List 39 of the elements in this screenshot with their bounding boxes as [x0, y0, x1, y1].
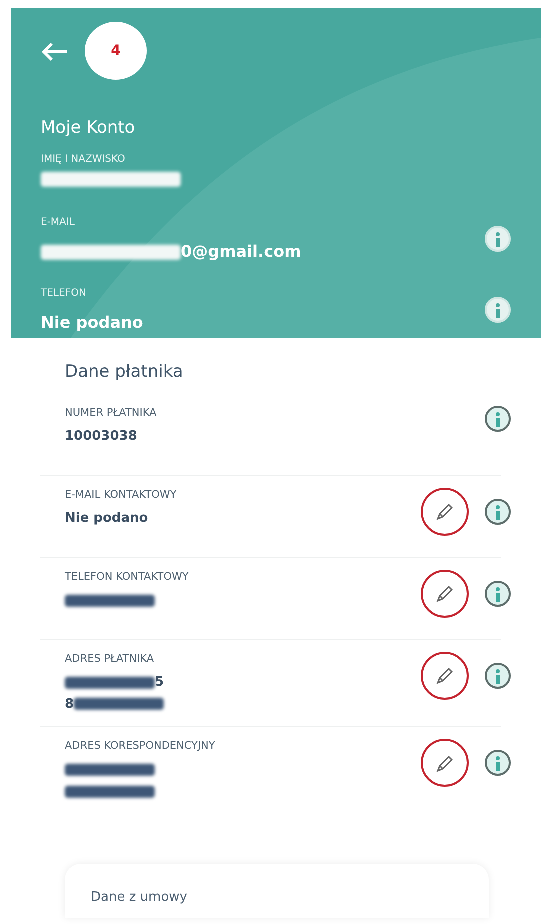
info-icon [493, 756, 503, 772]
field-label: TELEFON [41, 286, 88, 300]
info-icon [493, 303, 503, 320]
info-icon [493, 668, 503, 685]
value-text: 10003038 [65, 429, 138, 444]
field-label: E-MAIL [41, 216, 76, 230]
field-label: E-MAIL KONTAKTOWY [65, 488, 177, 502]
field-label: ADRES PŁATNIKA [65, 652, 156, 666]
info-button[interactable] [485, 498, 511, 524]
back-arrow-icon [41, 40, 69, 63]
pencil-icon [434, 501, 456, 524]
info-button[interactable] [485, 406, 511, 432]
value-text: 8 [65, 696, 74, 712]
field-label: ADRES KORESPONDENCYJNY [65, 739, 216, 754]
pencil-icon [434, 665, 456, 688]
contract-card[interactable]: Dane z umowy [65, 864, 489, 918]
info-icon [493, 586, 503, 603]
edit-button[interactable] [421, 570, 469, 618]
notification-count[interactable]: 4 [85, 22, 147, 80]
edit-button[interactable] [421, 652, 469, 700]
card-title: Dane z umowy [91, 889, 188, 907]
value-text: 5 [155, 675, 164, 690]
edit-button[interactable] [421, 488, 469, 536]
value-text: 0@gmail.com [181, 242, 302, 260]
info-icon [493, 412, 503, 428]
field-label: IMIĘ I NAZWISKO [41, 152, 126, 166]
edit-button[interactable] [421, 739, 469, 788]
pencil-icon [434, 583, 456, 606]
field-label: TELEFON KONTAKTOWY [65, 570, 189, 584]
value-text: Nie podano [41, 312, 144, 332]
info-icon [493, 232, 503, 248]
info-button[interactable] [485, 662, 511, 688]
field-label: NUMER PŁATNIKA [65, 406, 157, 420]
section-title: Dane płatnika [65, 361, 184, 384]
info-button[interactable] [485, 580, 511, 606]
info-icon [493, 504, 503, 521]
account-title: Moje Konto [41, 117, 136, 140]
info-button[interactable] [485, 750, 511, 776]
value-text: Nie podano [65, 511, 148, 526]
